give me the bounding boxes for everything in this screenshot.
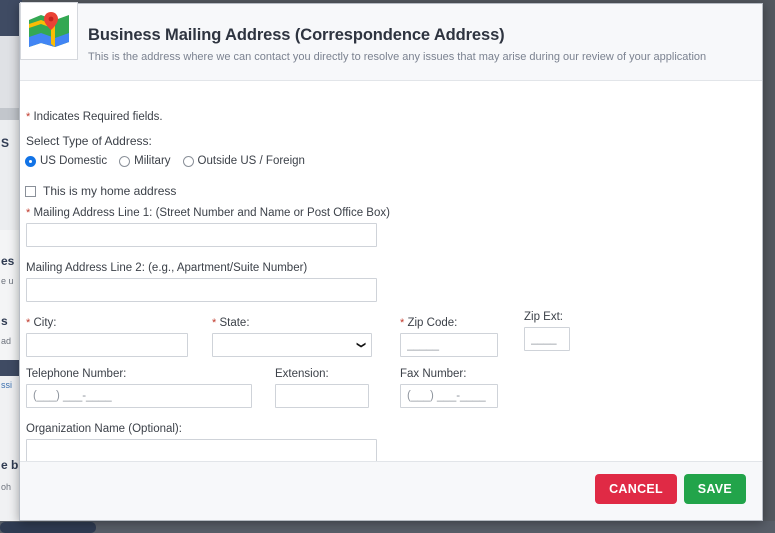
label-zip-code-text: Zip Code:	[404, 317, 458, 329]
label-address-line-1: * Mailing Address Line 1: (Street Number…	[26, 207, 390, 219]
horizontal-scrollbar[interactable]	[0, 521, 775, 533]
radio-outside-us-foreign[interactable]: Outside US / Foreign	[182, 155, 305, 167]
label-zip-code: * Zip Code:	[400, 317, 498, 329]
field-fax: Fax Number:	[400, 368, 498, 408]
modal-body: * Indicates Required fields. Select Type…	[20, 81, 762, 463]
home-address-checkbox[interactable]: This is my home address	[25, 184, 176, 198]
radio-icon-military[interactable]	[119, 155, 131, 167]
modal-footer: CANCEL SAVE	[20, 461, 762, 520]
address-line-1-input[interactable]	[26, 223, 377, 247]
label-address-line-2: Mailing Address Line 2: (e.g., Apartment…	[26, 262, 308, 274]
label-zip-ext: Zip Ext:	[524, 311, 563, 323]
field-telephone: Telephone Number:	[26, 368, 252, 408]
label-city-text: City:	[30, 317, 57, 329]
state-select-wrapper: ❮	[212, 333, 372, 357]
home-address-checkbox-label: This is my home address	[43, 184, 177, 198]
field-zip-ext: Zip Ext:	[524, 311, 570, 351]
extension-input[interactable]	[275, 384, 369, 408]
page-title: Business Mailing Address (Correspondence…	[88, 26, 505, 44]
modal-header-text: Business Mailing Address (Correspondence…	[88, 26, 706, 64]
business-mailing-address-modal: Business Mailing Address (Correspondence…	[19, 2, 763, 521]
radio-label-outside-us-foreign: Outside US / Foreign	[197, 155, 305, 167]
field-zip-code: * Zip Code:	[400, 317, 498, 357]
address-type-radio-group: US Domestic Military Outside US / Foreig…	[25, 155, 305, 167]
radio-label-military: Military	[134, 155, 171, 167]
modal-header: Business Mailing Address (Correspondence…	[20, 2, 762, 81]
address-line-2-input[interactable]	[26, 278, 377, 302]
zip-code-input[interactable]	[400, 333, 498, 357]
radio-military[interactable]: Military	[119, 155, 171, 167]
organization-name-input[interactable]	[26, 439, 377, 463]
map-pin-icon	[20, 2, 78, 60]
field-city: * City:	[26, 317, 188, 357]
modal-subtitle: This is the address where we can contact…	[88, 50, 707, 63]
label-organization-name: Organization Name (Optional):	[26, 423, 182, 435]
radio-us-domestic[interactable]: US Domestic	[25, 155, 107, 167]
radio-icon-outside-us[interactable]	[182, 155, 194, 167]
state-select[interactable]	[212, 333, 372, 357]
checkbox-icon-home-address[interactable]	[25, 185, 36, 197]
field-extension: Extension:	[275, 368, 369, 408]
cancel-button[interactable]: CANCEL	[595, 474, 677, 504]
label-extension: Extension:	[275, 368, 329, 380]
city-input[interactable]	[26, 333, 188, 357]
fax-input[interactable]	[400, 384, 498, 408]
save-button[interactable]: SAVE	[683, 474, 746, 504]
field-address-line-2: Mailing Address Line 2: (e.g., Apartment…	[26, 262, 377, 302]
zip-ext-input[interactable]	[524, 327, 570, 351]
telephone-input[interactable]	[26, 384, 252, 408]
radio-label-us-domestic: US Domestic	[40, 155, 108, 167]
horizontal-scrollbar-thumb[interactable]	[0, 522, 96, 533]
label-telephone: Telephone Number:	[26, 368, 127, 380]
label-city: * City:	[26, 317, 188, 329]
field-address-line-1: * Mailing Address Line 1: (Street Number…	[26, 207, 390, 247]
required-fields-note: * Indicates Required fields.	[26, 111, 163, 123]
label-state-text: State:	[216, 317, 250, 329]
label-fax: Fax Number:	[400, 368, 467, 380]
field-organization-name: Organization Name (Optional):	[26, 423, 377, 463]
required-note-text: Indicates Required fields.	[30, 111, 163, 123]
screen: S es e u s ad ssi e b oh Business Mailin…	[0, 0, 775, 533]
label-state: * State:	[212, 317, 372, 329]
address-type-label: Select Type of Address:	[26, 134, 152, 148]
field-state: * State: ❮	[212, 317, 372, 357]
label-address-line-1-text: Mailing Address Line 1: (Street Number a…	[30, 207, 390, 219]
radio-icon-us-domestic[interactable]	[25, 155, 36, 167]
